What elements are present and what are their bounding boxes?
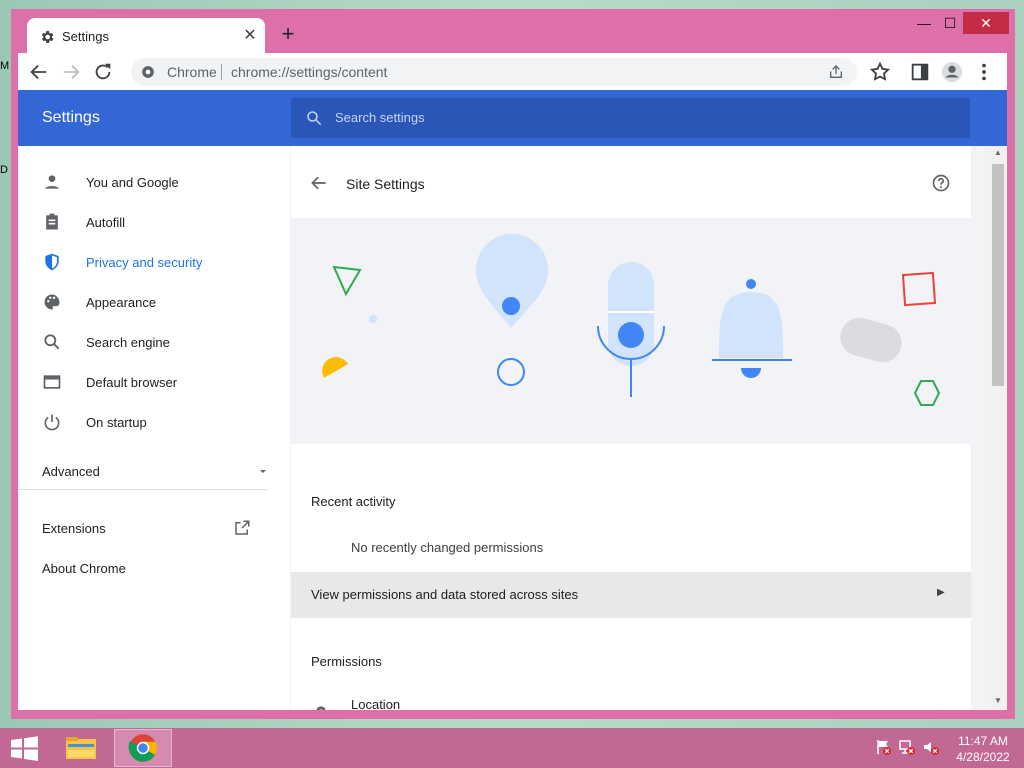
chrome-taskbar-button[interactable]: [114, 729, 172, 767]
site-label: Chrome: [167, 64, 217, 80]
desktop-icon-label: M: [0, 60, 10, 72]
close-window-button[interactable]: ✕: [963, 12, 1009, 34]
back-arrow-icon[interactable]: [28, 61, 50, 83]
chevron-down-icon: [260, 470, 266, 473]
search-icon: [307, 111, 322, 126]
clipboard-icon: [46, 213, 58, 230]
url-text[interactable]: chrome://settings/content: [231, 64, 387, 80]
tab-title: Settings: [62, 29, 109, 44]
bookmark-star-icon[interactable]: [869, 61, 891, 83]
chevron-right-icon: ▶: [937, 708, 945, 710]
search-icon: [44, 334, 60, 350]
open-in-new-icon: [235, 520, 250, 535]
extensions-link[interactable]: Extensions: [42, 520, 252, 536]
maximize-button[interactable]: ☐: [935, 12, 965, 34]
power-icon: [44, 414, 60, 431]
close-tab-icon[interactable]: ✕: [241, 27, 259, 45]
taskbar: 11:47 AM 4/28/2022: [0, 728, 1024, 768]
sidebar-item-label: Search engine: [86, 335, 170, 350]
sidebar-item-label: Default browser: [86, 375, 178, 390]
help-icon[interactable]: [931, 173, 951, 193]
palette-icon: [44, 294, 60, 310]
page-title: Site Settings: [346, 176, 425, 192]
browser-toolbar: Chrome chrome://settings/content: [18, 53, 1007, 90]
recent-activity-heading: Recent activity: [311, 494, 396, 509]
sidebar-item-privacy[interactable]: Privacy and security: [18, 242, 290, 282]
permissions-illustration: [322, 234, 941, 406]
shield-icon: [45, 253, 59, 271]
view-permissions-label: View permissions and data stored across …: [311, 587, 579, 602]
settings-sidebar: You and Google Autofill Privacy and secu…: [18, 146, 290, 710]
system-clock[interactable]: 11:47 AM 4/28/2022: [950, 733, 1016, 765]
scroll-up-arrow-icon[interactable]: ▲: [994, 148, 1002, 157]
page-scrollbar[interactable]: ▲ ▼: [990, 146, 1007, 710]
new-tab-button[interactable]: +: [277, 23, 299, 46]
about-chrome-link[interactable]: About Chrome: [42, 561, 126, 576]
location-label: Location: [351, 697, 401, 710]
action-center-flag-icon[interactable]: [874, 738, 892, 756]
windows-start-icon[interactable]: [0, 729, 48, 767]
sidebar-item-appearance[interactable]: Appearance: [18, 282, 290, 322]
search-placeholder: Search settings: [335, 110, 425, 125]
location-permission-row[interactable]: Location ▶: [291, 686, 971, 710]
sidebar-divider: [18, 489, 268, 490]
forward-arrow-icon[interactable]: [60, 61, 82, 83]
file-explorer-icon[interactable]: [52, 729, 110, 767]
chrome-site-icon: [142, 66, 154, 78]
page-header: Site Settings: [291, 146, 971, 218]
sidebar-item-label: Autofill: [86, 215, 126, 230]
scrollbar-thumb[interactable]: [992, 164, 1004, 386]
advanced-section-toggle[interactable]: Advanced: [42, 464, 268, 479]
sidebar-item-label: Appearance: [86, 295, 157, 310]
desktop-icon-label: D: [0, 164, 8, 176]
tab-strip: Settings ✕ + — ☐ ✕: [11, 9, 1015, 54]
clock-date: 4/28/2022: [956, 750, 1010, 764]
site-settings-card: Site Settings Recent activity No recentl…: [291, 146, 971, 710]
settings-title: Settings: [42, 109, 100, 126]
tab-settings[interactable]: Settings ✕: [27, 18, 265, 54]
volume-muted-icon[interactable]: [922, 738, 940, 756]
sidebar-item-label: You and Google: [86, 175, 179, 190]
profile-avatar-icon[interactable]: [941, 61, 963, 83]
sidebar-item-label: On startup: [86, 415, 147, 430]
settings-content: You and Google Autofill Privacy and secu…: [18, 146, 1007, 710]
no-recent-changes-text: No recently changed permissions: [351, 540, 544, 555]
sidebar-item-on-startup[interactable]: On startup: [18, 402, 290, 442]
sidebar-item-default-browser[interactable]: Default browser: [18, 362, 290, 402]
sidebar-item-label: Privacy and security: [86, 255, 203, 270]
side-panel-icon[interactable]: [909, 61, 931, 83]
location-pin-icon: [316, 706, 326, 710]
chevron-right-icon: ▶: [937, 587, 945, 598]
browser-icon: [43, 375, 61, 389]
clock-time: 11:47 AM: [958, 734, 1008, 748]
settings-header: Settings Search settings: [18, 90, 1007, 146]
site-settings-illustration: [291, 218, 971, 444]
sidebar-item-autofill[interactable]: Autofill: [18, 202, 290, 242]
search-input[interactable]: Search settings: [291, 98, 970, 138]
more-menu-icon[interactable]: [973, 61, 995, 83]
permissions-heading: Permissions: [311, 654, 382, 669]
advanced-label: Advanced: [42, 464, 100, 479]
reload-icon[interactable]: [92, 61, 114, 83]
scroll-down-arrow-icon[interactable]: ▼: [994, 696, 1002, 705]
extensions-label: Extensions: [42, 521, 106, 536]
person-icon: [45, 175, 59, 189]
share-icon[interactable]: [828, 64, 844, 80]
address-bar[interactable]: Chrome chrome://settings/content: [131, 58, 857, 86]
sidebar-item-you-and-google[interactable]: You and Google: [18, 162, 290, 202]
omnibox-separator: [221, 64, 222, 80]
sidebar-item-search-engine[interactable]: Search engine: [18, 322, 290, 362]
chrome-logo-icon: [128, 734, 157, 762]
browser-window: Settings ✕ + — ☐ ✕ Chrome chrome://setti…: [11, 9, 1015, 719]
view-permissions-row[interactable]: View permissions and data stored across …: [291, 572, 971, 618]
gear-icon: [41, 31, 54, 43]
network-icon[interactable]: [898, 738, 916, 756]
back-arrow-icon[interactable]: [309, 173, 329, 193]
